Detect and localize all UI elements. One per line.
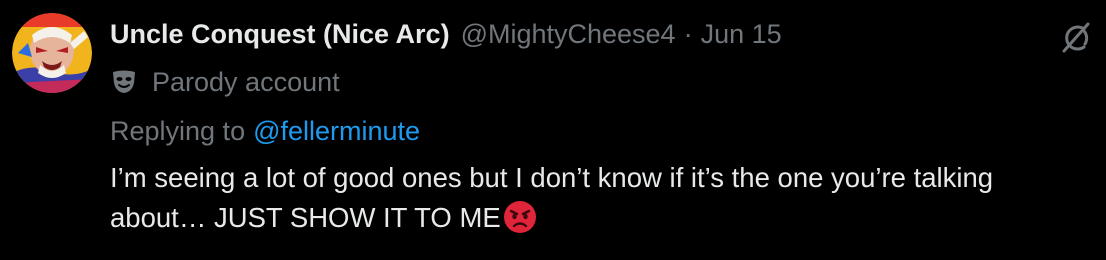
tweet-text-line-2: about… JUST SHOW IT TO ME (110, 202, 501, 233)
tweet-text-line-2-wrap: about… JUST SHOW IT TO ME (110, 198, 1100, 238)
avatar[interactable] (12, 13, 92, 93)
replying-to-prefix: Replying to (110, 115, 246, 146)
angry-face-emoji (503, 200, 537, 234)
separator-dot: · (683, 18, 693, 49)
theater-mask-icon (110, 69, 138, 95)
tweet-text-line-1: I’m seeing a lot of good ones but I don’… (110, 162, 994, 193)
tweet-text: I’m seeing a lot of good ones but I don’… (110, 158, 1100, 238)
parody-label: Parody account (110, 64, 340, 100)
author-handle[interactable]: @MightyCheese4 (461, 19, 676, 50)
author-display-name[interactable]: Uncle Conquest (Nice Arc) (110, 19, 450, 50)
tweet-header: Uncle Conquest (Nice Arc) @MightyCheese4… (110, 14, 782, 54)
avatar-image (12, 13, 92, 93)
reply-mention-link[interactable]: @fellerminute (253, 116, 420, 147)
parody-account-text: Parody account (152, 66, 340, 97)
grok-icon[interactable] (1056, 20, 1092, 56)
tweet-date[interactable]: Jun 15 (701, 19, 782, 50)
replying-to: Replying to @fellerminute (110, 113, 420, 149)
grok-icon-graphic (1062, 22, 1090, 53)
